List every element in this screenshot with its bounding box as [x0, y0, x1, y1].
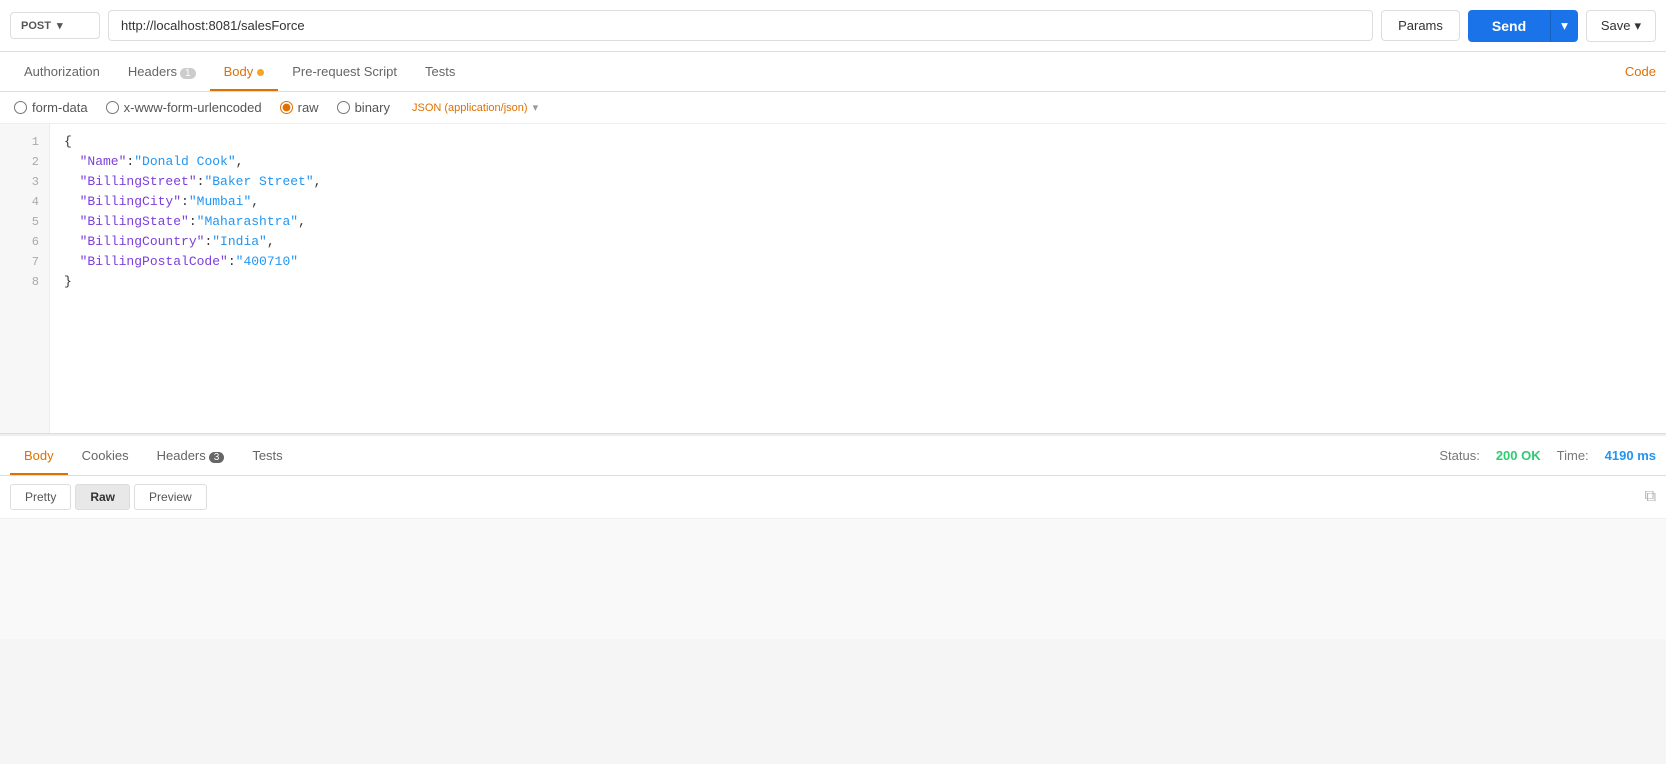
code-content[interactable]: { "Name":"Donald Cook", "BillingStreet":… — [50, 124, 1666, 433]
url-bar: POST ▾ Params Send ▾ Save ▾ — [0, 0, 1666, 52]
save-dropdown-icon: ▾ — [1634, 18, 1641, 34]
binary-label: binary — [355, 100, 390, 115]
url-input[interactable] — [108, 10, 1373, 41]
code-line-8: } — [64, 272, 1652, 292]
line-numbers: 1 2 3 4 5 6 7 8 — [0, 124, 50, 433]
urlencoded-label: x-www-form-urlencoded — [124, 100, 262, 115]
line-num-2: 2 — [0, 152, 49, 172]
response-format-tabs: Pretty Raw Preview ⧉ — [0, 476, 1666, 519]
copy-button[interactable]: ⧉ — [1645, 488, 1656, 506]
tab-body[interactable]: Body — [210, 54, 279, 91]
res-tab-cookies[interactable]: Cookies — [68, 438, 143, 475]
body-dot — [257, 69, 264, 76]
tab-authorization[interactable]: Authorization — [10, 54, 114, 91]
body-options-bar: form-data x-www-form-urlencoded raw bina… — [0, 92, 1666, 124]
line-num-8: 8 — [0, 272, 49, 292]
code-line-6: "BillingCountry":"India", — [64, 232, 1652, 252]
line-num-1: 1 — [0, 132, 49, 152]
fmt-tab-preview[interactable]: Preview — [134, 484, 207, 510]
method-select[interactable]: POST ▾ — [10, 12, 100, 39]
method-label: POST — [21, 20, 51, 32]
line-num-7: 7 — [0, 252, 49, 272]
tab-pre-request-script[interactable]: Pre-request Script — [278, 54, 411, 91]
tab-tests[interactable]: Tests — [411, 54, 469, 91]
response-body-area — [0, 519, 1666, 639]
res-headers-badge: 3 — [209, 452, 225, 463]
json-type-select[interactable]: JSON (application/json) ▾ — [412, 101, 538, 114]
form-data-label: form-data — [32, 100, 88, 115]
time-label: Time: — [1557, 448, 1589, 463]
code-link[interactable]: Code — [1625, 64, 1656, 79]
urlencoded-option[interactable]: x-www-form-urlencoded — [106, 100, 262, 115]
status-label: Status: — [1439, 448, 1479, 463]
send-button[interactable]: Send — [1468, 10, 1550, 42]
request-tabs: Authorization Headers1 Body Pre-request … — [0, 52, 1666, 92]
response-tabs-bar: Body Cookies Headers3 Tests Status: 200 … — [0, 436, 1666, 476]
raw-label: raw — [298, 100, 319, 115]
code-editor: 1 2 3 4 5 6 7 8 { "Name":"Donald Cook", … — [0, 124, 1666, 434]
line-num-3: 3 — [0, 172, 49, 192]
json-label: JSON (application/json) — [412, 102, 528, 114]
line-num-4: 4 — [0, 192, 49, 212]
fmt-tab-raw[interactable]: Raw — [75, 484, 130, 510]
line-num-5: 5 — [0, 212, 49, 232]
code-line-4: "BillingCity":"Mumbai", — [64, 192, 1652, 212]
res-tab-tests[interactable]: Tests — [238, 438, 296, 475]
tab-headers[interactable]: Headers1 — [114, 54, 210, 91]
res-tab-headers[interactable]: Headers3 — [143, 438, 239, 475]
code-line-5: "BillingState":"Maharashtra", — [64, 212, 1652, 232]
status-area: Status: 200 OK Time: 4190 ms — [1439, 448, 1656, 463]
binary-option[interactable]: binary — [337, 100, 390, 115]
time-value: 4190 ms — [1605, 448, 1656, 463]
code-line-1: { — [64, 132, 1652, 152]
headers-badge: 1 — [180, 68, 196, 79]
code-line-2: "Name":"Donald Cook", — [64, 152, 1652, 172]
code-line-3: "BillingStreet":"Baker Street", — [64, 172, 1652, 192]
send-btn-group: Send ▾ — [1468, 10, 1578, 42]
line-num-6: 6 — [0, 232, 49, 252]
res-tab-body[interactable]: Body — [10, 438, 68, 475]
response-section: Body Cookies Headers3 Tests Status: 200 … — [0, 434, 1666, 639]
fmt-tab-pretty[interactable]: Pretty — [10, 484, 71, 510]
params-button[interactable]: Params — [1381, 10, 1460, 41]
save-button[interactable]: Save ▾ — [1586, 10, 1656, 42]
form-data-option[interactable]: form-data — [14, 100, 88, 115]
raw-option[interactable]: raw — [280, 100, 319, 115]
method-dropdown-icon: ▾ — [57, 19, 63, 32]
save-label: Save — [1601, 18, 1631, 33]
status-value: 200 OK — [1496, 448, 1541, 463]
send-dropdown-button[interactable]: ▾ — [1550, 10, 1578, 42]
json-dropdown-icon: ▾ — [533, 101, 539, 114]
code-line-7: "BillingPostalCode":"400710" — [64, 252, 1652, 272]
